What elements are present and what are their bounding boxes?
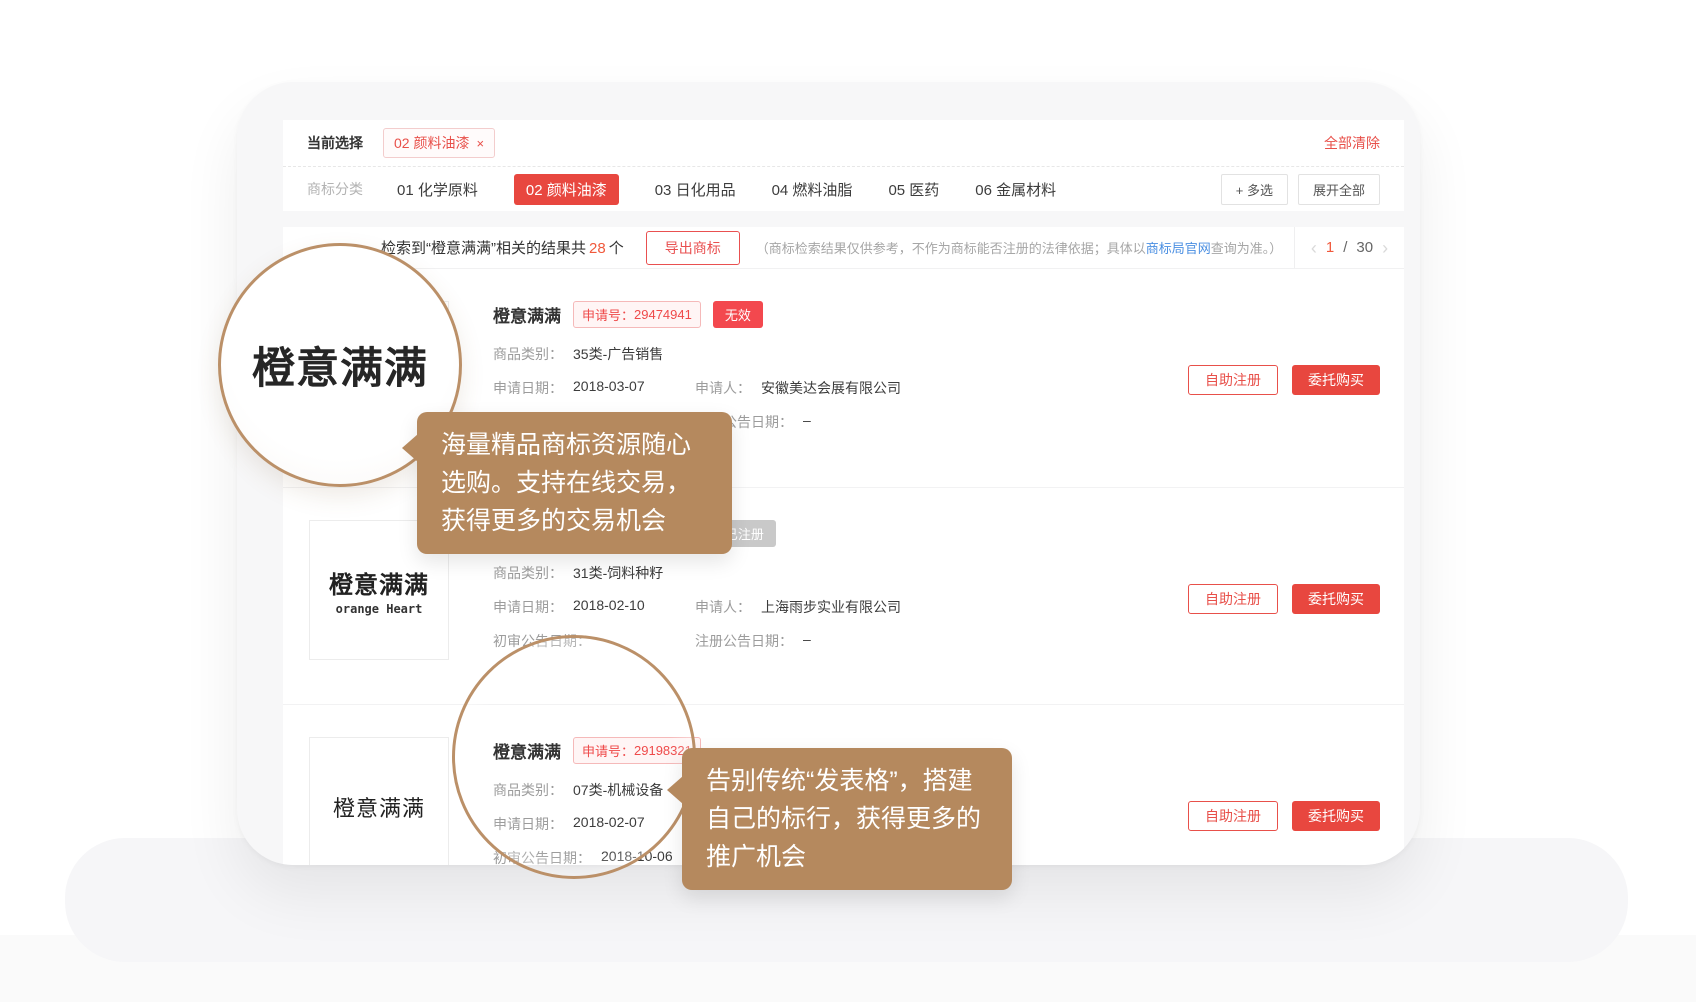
field-value: – xyxy=(803,412,811,432)
field-value: 上海雨步实业有限公司 xyxy=(761,597,901,617)
field-value: – xyxy=(803,631,811,651)
summary-unit: 个 xyxy=(609,240,624,257)
field-value: 安徽美达会展有限公司 xyxy=(761,378,901,398)
entrust-purchase-button[interactable]: 委托购买 xyxy=(1292,801,1380,831)
expand-all-button[interactable]: 展开全部 xyxy=(1298,174,1380,205)
category-list: 01 化学原料 02 颜料油漆 03 日化用品 04 燃料油脂 05 医药 06… xyxy=(397,174,1056,205)
disclaimer-suffix: 查询为准。） xyxy=(1211,241,1283,256)
application-number-tag: 申请号：29474941 xyxy=(573,301,701,328)
category-item-01[interactable]: 01 化学原料 xyxy=(397,179,478,200)
category-bar: 商标分类 01 化学原料 02 颜料油漆 03 日化用品 04 燃料油脂 05 … xyxy=(283,167,1404,211)
magnifier-circle-bottom xyxy=(452,635,696,879)
trademark-image-subtext: orange Heart xyxy=(336,602,423,616)
field-value: 35类-广告销售 xyxy=(573,344,663,364)
status-badge: 无效 xyxy=(713,301,763,328)
results-header: 检索到“橙意满满”相关的结果共28个 导出商标 （商标检索结果仅供参考，不作为商… xyxy=(283,227,1404,269)
next-page-button[interactable]: › xyxy=(1382,239,1388,257)
tooltip-buy-trademarks: 海量精品商标资源随心选购。支持在线交易，获得更多的交易机会 xyxy=(417,412,732,554)
trademark-office-link[interactable]: 商标局官网 xyxy=(1146,241,1211,256)
entrust-purchase-button[interactable]: 委托购买 xyxy=(1292,584,1380,614)
applicant-cell: 申请人： 安徽美达会展有限公司 xyxy=(695,378,901,398)
trademark-image-text: 橙意满满 xyxy=(333,791,425,823)
field-value: 2018-03-07 xyxy=(573,378,645,398)
applicant-cell: 申请人： 上海雨步实业有限公司 xyxy=(695,597,901,617)
clear-all-button[interactable]: 全部清除 xyxy=(1324,133,1380,153)
summary-prefix: 检索到“橙意满满”相关的结果共 xyxy=(381,240,586,257)
current-page: 1 xyxy=(1326,239,1334,256)
category-item-03[interactable]: 03 日化用品 xyxy=(655,179,736,200)
tooltip-text: 海量精品商标资源随心选购。支持在线交易，获得更多的交易机会 xyxy=(441,431,691,535)
disclaimer-text: （商标检索结果仅供参考，不作为商标能否注册的法律依据；具体以商标局官网查询为准。… xyxy=(756,238,1283,257)
tooltip-tail-icon xyxy=(667,776,683,804)
apply-date-cell: 申请日期： 2018-03-07 xyxy=(493,378,695,398)
category-bar-label: 商标分类 xyxy=(307,179,363,199)
category-field: 商品类别： 35类-广告销售 xyxy=(493,344,1188,364)
field-value: 31类-饲料种籽 xyxy=(573,563,663,583)
field-label: 注册公告日期： xyxy=(695,631,793,651)
tooltip-build-shop: 告别传统“发表格”，搭建自己的标行，获得更多的推广机会 xyxy=(682,748,1012,890)
self-register-button[interactable]: 自助注册 xyxy=(1188,365,1278,395)
total-pages: 30 xyxy=(1356,239,1373,256)
disclaimer-prefix: （商标检索结果仅供参考，不作为商标能否注册的法律依据；具体以 xyxy=(756,241,1146,256)
magnified-trademark-text: 橙意满满 xyxy=(252,334,428,396)
application-number-value: 29474941 xyxy=(634,307,692,322)
field-label: 申请日期： xyxy=(493,378,563,398)
apply-date-cell: 申请日期： 2018-02-10 xyxy=(493,597,695,617)
page-separator: / xyxy=(1343,239,1347,256)
trademark-name: 橙意满满 xyxy=(493,302,561,327)
entrust-purchase-button[interactable]: 委托购买 xyxy=(1292,365,1380,395)
field-label: 申请人： xyxy=(695,378,751,398)
category-bar-actions: + 多选 展开全部 xyxy=(1221,174,1380,205)
dates-field: 申请日期： 2018-03-07 申请人： 安徽美达会展有限公司 xyxy=(493,378,1188,398)
prev-page-button[interactable]: ‹ xyxy=(1311,239,1317,257)
self-register-button[interactable]: 自助注册 xyxy=(1188,584,1278,614)
current-selection-bar: 当前选择 02 颜料油漆 × 全部清除 xyxy=(283,120,1404,167)
row-actions: 自助注册 委托购买 xyxy=(1188,801,1380,831)
field-label: 商品类别： xyxy=(493,344,563,364)
page: 当前选择 02 颜料油漆 × 全部清除 商标分类 01 化学原料 02 颜料油漆… xyxy=(0,0,1696,1002)
filter-panel: 当前选择 02 颜料油漆 × 全部清除 商标分类 01 化学原料 02 颜料油漆… xyxy=(283,120,1404,211)
pagination: ‹ 1 / 30 › xyxy=(1294,227,1404,268)
results-summary: 检索到“橙意满满”相关的结果共28个 xyxy=(381,237,624,258)
trademark-image: 橙意满满 xyxy=(309,737,449,865)
export-trademarks-button[interactable]: 导出商标 xyxy=(646,231,740,265)
results-count: 28 xyxy=(589,240,606,257)
category-field: 商品类别： 31类-饲料种籽 xyxy=(493,563,1188,583)
remove-tag-icon[interactable]: × xyxy=(476,136,484,151)
self-register-button[interactable]: 自助注册 xyxy=(1188,801,1278,831)
field-value: 2018-02-10 xyxy=(573,597,645,617)
multi-select-button[interactable]: + 多选 xyxy=(1221,174,1288,205)
tooltip-text: 告别传统“发表格”，搭建自己的标行，获得更多的推广机会 xyxy=(706,767,981,871)
title-line: 橙意满满 申请号：29474941 无效 xyxy=(493,301,1188,328)
dates-field: 申请日期： 2018-02-10 申请人： 上海雨步实业有限公司 xyxy=(493,597,1188,617)
tooltip-tail-icon xyxy=(402,434,418,462)
row-actions: 自助注册 委托购买 xyxy=(1188,365,1380,395)
application-number-label: 申请号： xyxy=(582,305,634,324)
category-item-04[interactable]: 04 燃料油脂 xyxy=(772,179,853,200)
selected-filter-tag[interactable]: 02 颜料油漆 × xyxy=(383,128,495,158)
trademark-image-text: 橙意满满 xyxy=(329,565,429,600)
category-item-02-active[interactable]: 02 颜料油漆 xyxy=(514,174,619,205)
row-actions: 自助注册 委托购买 xyxy=(1188,584,1380,614)
field-label: 申请人： xyxy=(695,597,751,617)
selected-filter-tag-label: 02 颜料油漆 xyxy=(394,133,469,153)
category-item-06[interactable]: 06 金属材料 xyxy=(975,179,1056,200)
current-selection-label: 当前选择 xyxy=(307,133,363,153)
field-label: 商品类别： xyxy=(493,563,563,583)
category-item-05[interactable]: 05 医药 xyxy=(888,179,939,200)
field-label: 申请日期： xyxy=(493,597,563,617)
registration-publication-cell: 注册公告日期： – xyxy=(695,631,811,651)
